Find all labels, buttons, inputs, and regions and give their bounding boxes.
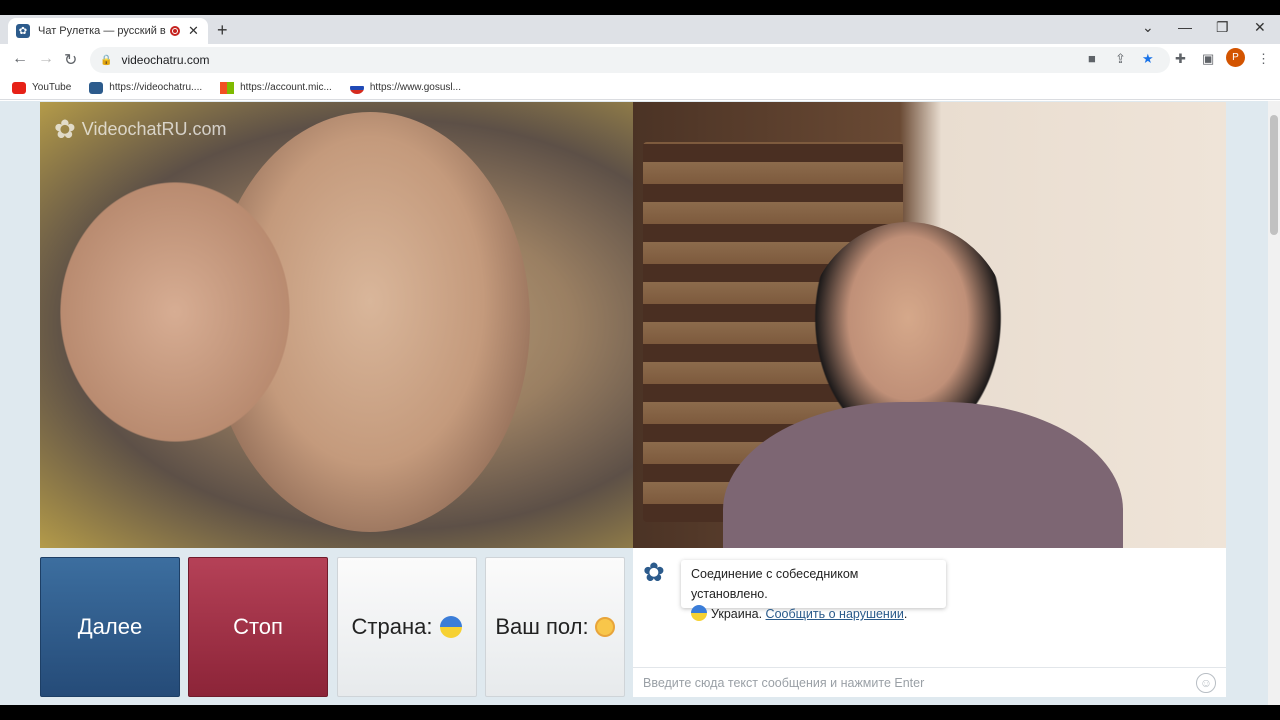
screen-top-border: [0, 0, 1280, 15]
profile-avatar[interactable]: P: [1226, 48, 1245, 67]
partner-video: ✿ VideochatRU.com: [40, 102, 633, 548]
bookmark-gosuslugi[interactable]: https://www.gosusl...: [349, 81, 461, 94]
tab-close-icon[interactable]: ✕: [188, 23, 199, 39]
partner-hand: [60, 182, 290, 442]
ukraine-flag-icon: [440, 616, 463, 638]
female-emoji-icon: [594, 617, 615, 637]
videochat-icon: [89, 81, 104, 94]
watermark-flower-icon: ✿: [54, 114, 76, 144]
minimize-icon[interactable]: —: [1178, 19, 1192, 35]
tab-search-icon[interactable]: ⌄: [1142, 19, 1154, 36]
gender-select-button[interactable]: Ваш пол:: [485, 557, 625, 697]
back-icon[interactable]: ←: [12, 50, 28, 68]
bookmark-microsoft[interactable]: https://account.mic...: [220, 81, 332, 94]
bookmark-youtube[interactable]: YouTube: [12, 81, 71, 94]
tab-strip: ✿ Чат Рулетка — русский вид ✕ + ⌄ — ❐ ✕: [0, 15, 1280, 44]
forward-icon[interactable]: →: [38, 50, 54, 68]
chat-panel: ✿ Соединение с собеседником установлено.…: [633, 548, 1226, 697]
url-text[interactable]: videochatru.com: [121, 53, 209, 67]
connected-text: Соединение с собеседником установлено.: [691, 567, 859, 601]
recording-indicator-icon: [170, 26, 180, 36]
bookmark-star-icon[interactable]: ★: [1142, 51, 1154, 67]
menu-icon[interactable]: ⋮: [1257, 51, 1270, 67]
tab-title: Чат Рулетка — русский вид: [38, 25, 166, 37]
videochat-favicon-icon: ✿: [16, 24, 30, 38]
next-button[interactable]: Далее: [40, 557, 180, 697]
camera-icon[interactable]: ■: [1088, 51, 1096, 66]
country-select-button[interactable]: Страна:: [337, 557, 477, 697]
system-message: Соединение с собеседником установлено. У…: [681, 560, 946, 621]
chat-message-input[interactable]: [643, 675, 1183, 690]
address-bar[interactable]: 🔒 videochatru.com: [90, 47, 1170, 73]
microsoft-icon: [220, 81, 235, 94]
site-logo-icon: ✿: [643, 557, 665, 587]
report-abuse-link[interactable]: Сообщить о нарушении: [766, 607, 904, 621]
lock-icon[interactable]: 🔒: [100, 55, 112, 66]
youtube-icon: [12, 81, 26, 94]
active-tab[interactable]: ✿ Чат Рулетка — русский вид ✕: [8, 18, 208, 44]
close-window-icon[interactable]: ✕: [1254, 19, 1266, 36]
share-icon[interactable]: ⇪: [1115, 51, 1126, 67]
bookmark-videochat[interactable]: https://videochatru....: [89, 81, 202, 94]
extensions-icon[interactable]: ✚: [1175, 51, 1186, 67]
chat-input-bar: ☺: [633, 667, 1226, 697]
page-content: ✿ VideochatRU.com Далее Стоп Страна: Ваш…: [0, 101, 1268, 705]
ukraine-flag-small-icon: [691, 605, 707, 621]
restore-icon[interactable]: ❐: [1216, 19, 1229, 36]
stop-button[interactable]: Стоп: [188, 557, 328, 697]
bookmarks-bar: YouTube https://videochatru.... https://…: [0, 76, 1280, 100]
reload-icon[interactable]: ↻: [64, 50, 77, 70]
browser-window: ✿ Чат Рулетка — русский вид ✕ + ⌄ — ❐ ✕ …: [0, 15, 1280, 705]
screen-bottom-border: [0, 705, 1280, 720]
country-text: Украина.: [711, 607, 763, 621]
navigation-bar: ← → ↻ 🔒 videochatru.com ■ ⇪ ★ ✚ ▣ P ⋮: [0, 44, 1280, 76]
side-panel-icon[interactable]: ▣: [1202, 51, 1214, 67]
self-video: [633, 102, 1226, 548]
scrollbar-thumb[interactable]: [1270, 115, 1278, 235]
emoji-picker-icon[interactable]: ☺: [1196, 673, 1216, 693]
site-watermark: ✿ VideochatRU.com: [54, 114, 227, 144]
page-scrollbar[interactable]: [1268, 101, 1280, 705]
new-tab-icon[interactable]: +: [217, 20, 228, 41]
gosuslugi-icon: [349, 81, 364, 94]
